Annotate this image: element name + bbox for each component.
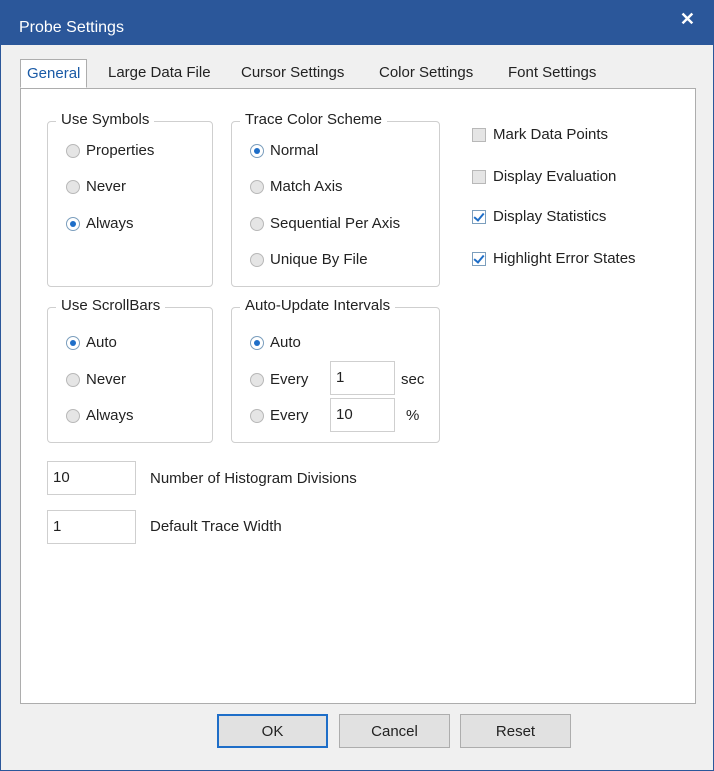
radio-icon xyxy=(250,216,264,231)
radio-selected-icon xyxy=(250,335,264,350)
every-percent-input[interactable]: 10 xyxy=(330,398,395,432)
trace-color-match-axis-radio[interactable]: Match Axis xyxy=(250,178,343,195)
radio-icon xyxy=(66,408,80,423)
window-title: Probe Settings xyxy=(19,19,124,36)
trace-color-scheme-group: Trace Color Scheme Normal Match Axis Seq… xyxy=(231,111,440,287)
trace-width-input[interactable]: 1 xyxy=(47,510,136,544)
trace-color-unique-by-file-radio[interactable]: Unique By File xyxy=(250,251,368,268)
use-symbols-never-radio[interactable]: Never xyxy=(66,178,126,195)
use-symbols-title: Use Symbols xyxy=(56,111,155,128)
percent-unit-label: % xyxy=(406,407,420,424)
auto-update-every-sec-radio[interactable]: Every xyxy=(250,371,308,388)
ok-button[interactable]: OK xyxy=(217,714,328,748)
title-bar: Probe Settings ✕ xyxy=(1,1,713,45)
radio-selected-icon xyxy=(66,216,80,231)
use-symbols-properties-radio[interactable]: Properties xyxy=(66,142,154,159)
radio-icon xyxy=(66,179,80,194)
display-evaluation-checkbox[interactable]: Display Evaluation xyxy=(472,168,616,185)
display-statistics-checkbox[interactable]: Display Statistics xyxy=(472,208,606,225)
reset-button[interactable]: Reset xyxy=(460,714,571,748)
radio-icon xyxy=(250,179,264,194)
checkbox-checked-icon xyxy=(472,251,486,266)
use-symbols-always-radio[interactable]: Always xyxy=(66,215,134,232)
radio-icon xyxy=(66,372,80,387)
checkbox-checked-icon xyxy=(472,209,486,224)
trace-color-sequential-radio[interactable]: Sequential Per Axis xyxy=(250,215,400,232)
radio-selected-icon xyxy=(66,335,80,350)
histogram-divisions-input[interactable]: 10 xyxy=(47,461,136,495)
trace-color-normal-radio[interactable]: Normal xyxy=(250,142,318,159)
cancel-button[interactable]: Cancel xyxy=(339,714,450,748)
radio-icon xyxy=(250,252,264,267)
radio-icon xyxy=(66,143,80,158)
use-scrollbars-title: Use ScrollBars xyxy=(56,297,166,314)
histogram-divisions-label: Number of Histogram Divisions xyxy=(150,470,357,487)
checkbox-icon xyxy=(472,127,486,142)
auto-update-title: Auto-Update Intervals xyxy=(240,297,396,314)
use-scrollbars-auto-radio[interactable]: Auto xyxy=(66,334,117,351)
general-tab-panel: Use Symbols Properties Never Always Trac… xyxy=(20,88,696,704)
probe-settings-dialog: Probe Settings ✕ General Large Data File… xyxy=(0,0,714,771)
tab-color-settings[interactable]: Color Settings xyxy=(379,64,473,81)
auto-update-intervals-group: Auto-Update Intervals Auto Every 1 sec E… xyxy=(231,297,440,443)
tab-cursor-settings[interactable]: Cursor Settings xyxy=(241,64,344,81)
tab-font-settings[interactable]: Font Settings xyxy=(508,64,596,81)
radio-icon xyxy=(250,408,264,423)
use-symbols-group: Use Symbols Properties Never Always xyxy=(47,111,213,287)
every-seconds-input[interactable]: 1 xyxy=(330,361,395,395)
radio-icon xyxy=(250,372,264,387)
radio-selected-icon xyxy=(250,143,264,158)
mark-data-points-checkbox[interactable]: Mark Data Points xyxy=(472,126,608,143)
auto-update-every-percent-radio[interactable]: Every xyxy=(250,407,308,424)
auto-update-auto-radio[interactable]: Auto xyxy=(250,334,301,351)
seconds-unit-label: sec xyxy=(401,371,425,388)
trace-color-scheme-title: Trace Color Scheme xyxy=(240,111,387,128)
use-scrollbars-never-radio[interactable]: Never xyxy=(66,371,126,388)
tab-large-data-file[interactable]: Large Data File xyxy=(108,64,211,81)
checkbox-icon xyxy=(472,169,486,184)
close-icon[interactable]: ✕ xyxy=(680,9,695,30)
highlight-error-states-checkbox[interactable]: Highlight Error States xyxy=(472,250,636,267)
use-scrollbars-group: Use ScrollBars Auto Never Always xyxy=(47,297,213,443)
trace-width-label: Default Trace Width xyxy=(150,518,282,535)
tab-general[interactable]: General xyxy=(20,59,88,88)
use-scrollbars-always-radio[interactable]: Always xyxy=(66,407,134,424)
